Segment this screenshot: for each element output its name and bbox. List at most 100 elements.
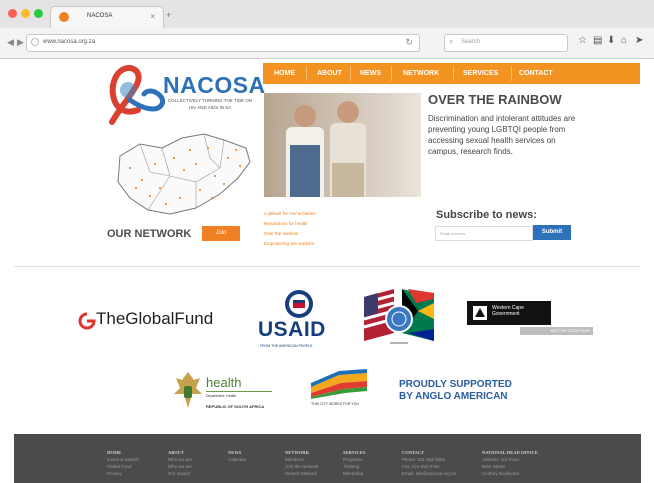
browser-tab[interactable]: NACOSA ×: [50, 6, 164, 29]
bookmark-star-icon[interactable]: ☆: [578, 35, 587, 46]
submit-button[interactable]: Submit: [533, 225, 571, 240]
health-divider: [206, 391, 272, 392]
footer-link[interactable]: Our impact: [168, 470, 192, 477]
footer-link[interactable]: Phone: 021 552 0804: [402, 456, 456, 463]
site-logo-subtitle: COLLECTIVELY TURNING THE TIDE ON HIV AND…: [167, 98, 253, 110]
nav-news[interactable]: NEWS: [360, 63, 381, 84]
city-tagline: THIS CITY WORKS FOR YOU: [311, 402, 359, 406]
footer-column-about: ABOUT Who we are Who we are Our impact: [168, 449, 192, 477]
anglo-line-1: PROUDLY SUPPORTED: [399, 379, 512, 390]
footer-heading[interactable]: ABOUT: [168, 449, 192, 456]
usaid-seal-icon: [285, 290, 313, 318]
browser-toolbar: ◀ ▶ www.nacosa.org.za ↻ ⌕ Search ☆ ▤ ⬇ ⌂…: [0, 28, 654, 59]
footer-link[interactable]: Programs: [343, 456, 365, 463]
footer-link: Bree Street: [482, 464, 505, 469]
footer-heading[interactable]: HOME: [107, 449, 139, 456]
our-network-label: OUR NETWORK: [107, 228, 192, 240]
nav-network[interactable]: NETWORK: [403, 63, 439, 84]
reload-icon[interactable]: ↻: [405, 37, 413, 48]
south-africa-map[interactable]: [100, 128, 260, 218]
globe-icon: [31, 38, 39, 46]
health-department-subtext: Department: Health: [206, 394, 237, 398]
nav-home[interactable]: HOME: [274, 63, 295, 84]
footer-link[interactable]: Who we are: [168, 456, 192, 463]
site-logo-title[interactable]: NACOSA: [163, 72, 266, 99]
tab-title: NACOSA: [87, 13, 113, 19]
footer-column-network: NETWORK Members Join the Network Search …: [285, 449, 319, 477]
close-window-button[interactable]: [8, 9, 17, 18]
health-department-logo[interactable]: health: [206, 375, 241, 390]
maximize-window-button[interactable]: [34, 9, 43, 18]
western-cape-crest-icon: [473, 306, 487, 320]
footer-link[interactable]: Calendar: [228, 456, 246, 463]
anglo-line-2: BY ANGLO AMERICAN: [399, 391, 508, 402]
footer-link[interactable]: Join the Network: [285, 463, 319, 470]
new-tab-button[interactable]: +: [166, 10, 171, 20]
footer-link[interactable]: Search Network: [285, 470, 319, 477]
email-placeholder: Email address: [440, 231, 466, 236]
nav-services[interactable]: SERVICES: [463, 63, 498, 84]
footer-column-services: SERVICES Programs Training Mentoring: [343, 449, 365, 477]
usaid-tagline: FROM THE AMERICAN PEOPLE: [260, 344, 313, 348]
rsa-coat-of-arms-icon: [174, 372, 202, 408]
forward-arrow-icon[interactable]: ▶: [17, 37, 24, 48]
footer-link[interactable]: Who we are: [168, 463, 192, 470]
main-nav: HOME ABOUT NEWS NETWORK SERVICES CONTACT: [263, 63, 640, 84]
better-together-tagline: BETTER TOGETHER.: [520, 327, 593, 335]
subscribe-title: Subscribe to news:: [436, 209, 537, 221]
news-link[interactable]: Empowering sex workers: [264, 239, 316, 249]
news-link[interactable]: A default for HIV & babies: [264, 209, 316, 219]
footer-link[interactable]: Fax: 021 552 0762: [402, 463, 456, 470]
news-link[interactable]: Over the rainbow: [264, 229, 316, 239]
footer-heading[interactable]: NETWORK: [285, 449, 319, 456]
search-input[interactable]: ⌕ Search: [444, 34, 568, 52]
search-icon: ⌕: [449, 37, 454, 46]
hero-title[interactable]: OVER THE RAINBOW: [428, 92, 562, 107]
footer-link[interactable]: Mentoring: [343, 470, 365, 477]
send-icon[interactable]: ➤: [635, 35, 643, 46]
anglo-american-logo[interactable]: PROUDLY SUPPORTED BY ANGLO AMERICAN: [399, 379, 512, 403]
footer-heading[interactable]: NEWS: [228, 449, 246, 456]
footer-link: Century Boulevard: [482, 471, 520, 476]
footer-heading[interactable]: SERVICES: [343, 449, 365, 456]
global-fund-symbol-icon: [78, 312, 96, 330]
minimize-window-button[interactable]: [21, 9, 30, 18]
global-fund-logo[interactable]: TheGlobalFund: [96, 309, 213, 329]
footer-link[interactable]: Invest & Search: [107, 456, 139, 463]
footer-link: Address: 3rd Floor,: [482, 457, 521, 462]
usaid-logo[interactable]: USAID: [258, 318, 326, 342]
health-rsa-text: REPUBLIC OF SOUTH AFRICA: [206, 404, 265, 409]
news-link[interactable]: Resolutions for health: [264, 219, 316, 229]
download-icon[interactable]: ⬇: [607, 35, 615, 46]
footer-link[interactable]: Members: [285, 456, 319, 463]
footer-link[interactable]: Privacy: [107, 470, 139, 477]
section-divider: [14, 266, 641, 267]
footer-heading[interactable]: NATIONAL HEAD OFFICE: [482, 449, 538, 456]
address-bar[interactable]: www.nacosa.org.za ↻: [26, 34, 420, 52]
city-flag-logo-icon[interactable]: [309, 369, 369, 399]
hero-text: Discrimination and intolerant attitudes …: [428, 114, 576, 156]
western-cape-text: Western Cape Government: [492, 305, 524, 317]
home-icon[interactable]: ⌂: [621, 35, 627, 46]
footer-column-news: NEWS Calendar: [228, 449, 246, 463]
footer-heading[interactable]: CONTACT: [402, 449, 456, 456]
footer-column-home: HOME Invest & Search Global Fund Privacy: [107, 449, 139, 477]
nav-contact[interactable]: CONTACT: [519, 63, 553, 84]
email-field[interactable]: Email address: [435, 226, 533, 241]
search-placeholder: Search: [461, 39, 481, 45]
footer-column-head-office: NATIONAL HEAD OFFICE Address: 3rd Floor,…: [482, 449, 538, 477]
favicon-icon: [59, 12, 69, 22]
footer-link[interactable]: Global Fund: [107, 463, 139, 470]
browser-tab-bar: NACOSA × +: [0, 0, 654, 29]
tab-close-icon[interactable]: ×: [150, 12, 155, 21]
footer-link[interactable]: Email: info@nacosa.org.za: [402, 470, 456, 477]
news-links: A default for HIV & babies Resolutions f…: [264, 209, 316, 249]
pepfar-flags-emblem-icon[interactable]: [358, 283, 440, 353]
nav-about[interactable]: ABOUT: [317, 63, 342, 84]
join-button[interactable]: Join: [202, 226, 240, 241]
bookmarks-list-icon[interactable]: ▤: [593, 35, 602, 46]
footer-column-contact: CONTACT Phone: 021 552 0804 Fax: 021 552…: [402, 449, 456, 477]
back-arrow-icon[interactable]: ◀: [7, 37, 14, 48]
footer-link[interactable]: Training: [343, 463, 365, 470]
hero-image[interactable]: [264, 93, 421, 197]
